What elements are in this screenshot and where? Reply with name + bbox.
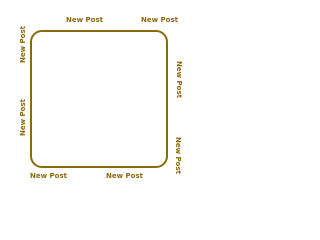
new-post-label-right-bottom[interactable]: New Post (174, 137, 182, 174)
content-frame (30, 30, 168, 168)
new-post-label-bottom-right[interactable]: New Post (106, 173, 143, 180)
new-post-label-right-top[interactable]: New Post (175, 61, 183, 98)
new-post-label-top-right[interactable]: New Post (141, 17, 178, 24)
new-post-label-top-left[interactable]: New Post (66, 17, 103, 24)
new-post-label-left-bottom[interactable]: New Post (19, 99, 27, 136)
new-post-label-left-top[interactable]: New Post (19, 26, 27, 63)
new-post-label-bottom-left[interactable]: New Post (30, 173, 67, 180)
